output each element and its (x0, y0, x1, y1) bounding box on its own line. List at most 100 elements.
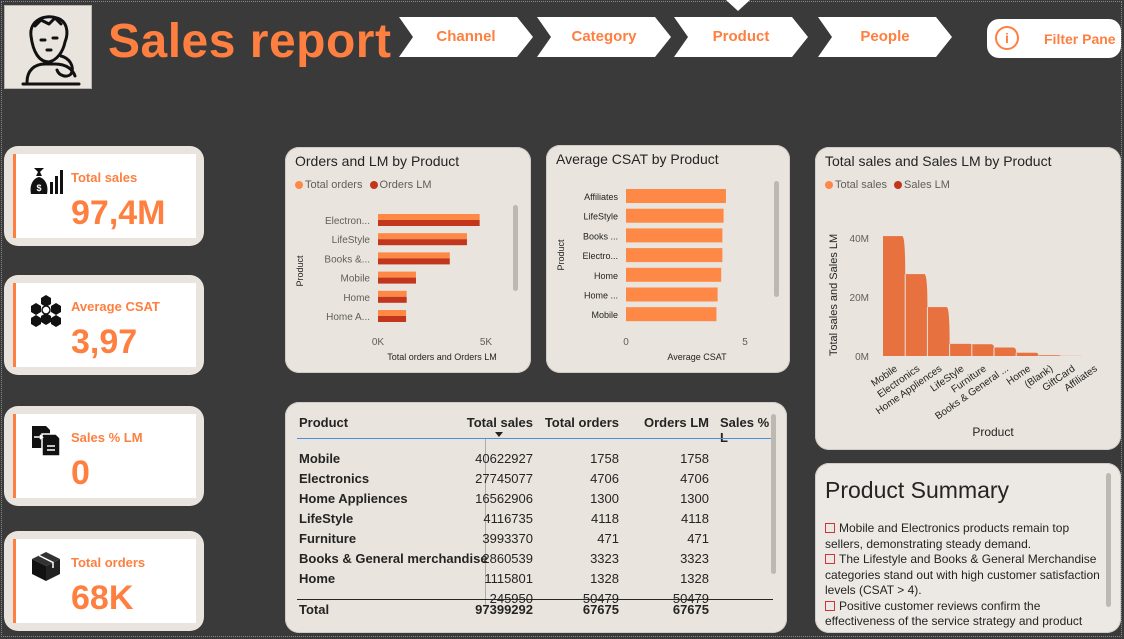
y-tick-label: LifeStyle (583, 212, 618, 222)
table-total-row: Total 97399292 67675 67675 (297, 599, 773, 619)
nav-product-button[interactable]: Product (674, 17, 808, 57)
bar-avg-csat (626, 307, 717, 322)
table-row[interactable]: Home 1115801 1328 1328 (297, 568, 773, 588)
column-header-total-orders[interactable]: Total orders (545, 415, 619, 430)
orders-lm-chart-card[interactable]: Orders and LM by Product Total orders Or… (285, 147, 531, 373)
kpi-label: Total sales (71, 170, 138, 185)
kpi-sales-pct-lm: Sales % LM 0 (4, 406, 204, 506)
y-tick-label: 20M (850, 293, 869, 304)
bar-avg-csat (626, 189, 726, 203)
column-header-orders-lm[interactable]: Orders LM (644, 415, 709, 430)
kpi-label: Average CSAT (71, 299, 160, 314)
filter-pane-label: Filter Pane (1044, 31, 1116, 47)
table-cell: 2860539 (482, 551, 533, 566)
active-page-indicator (726, 0, 750, 11)
bar-total-orders (378, 233, 467, 240)
bar-total-orders (378, 310, 407, 316)
table-cell: 3323 (680, 551, 709, 566)
bar-total-orders (378, 271, 416, 278)
nav-channel-label: Channel (436, 28, 496, 45)
table-cell: LifeStyle (299, 511, 354, 526)
table-cell: 3323 (590, 551, 619, 566)
table-cell: 1115801 (484, 571, 533, 586)
csat-bar-chart: Affiliates LifeStyle Books ... Electro... Ho… (556, 189, 748, 362)
table-header-row: Product Total sales Total orders Orders … (297, 412, 773, 445)
table-cell: Mobile (299, 451, 341, 466)
bar-avg-csat (626, 228, 723, 243)
table-scrollbar[interactable] (771, 414, 776, 574)
bar-avg-csat (626, 208, 724, 223)
column-header-total-sales[interactable]: Total sales (467, 415, 533, 430)
kpi-total-orders: Total orders 68K (4, 531, 204, 631)
table-cell: 4706 (590, 471, 619, 486)
logo (4, 5, 92, 89)
csat-chart-card[interactable]: Average CSAT by Product Affiliates LifeSt… (546, 145, 790, 373)
header-divider (297, 438, 773, 439)
x-tick-label: 5K (480, 337, 493, 348)
x-tick-label: 0K (372, 337, 385, 348)
kpi-value: 0 (71, 454, 90, 492)
sort-descending-icon[interactable] (495, 432, 503, 437)
table-cell: Electronics (299, 471, 370, 486)
money-bag-chart-icon: $ (30, 168, 63, 194)
bar-total-orders (378, 252, 450, 259)
table-cell: Furniture (299, 531, 357, 546)
thinker-icon (21, 15, 81, 86)
x-tick-label: 0 (623, 337, 629, 348)
chart-scrollbar[interactable] (513, 205, 518, 291)
x-tick-label: 5 (742, 337, 748, 348)
table-row[interactable]: Furniture 3993370 471 471 (297, 528, 773, 548)
nav-category-button[interactable]: Category (537, 17, 671, 57)
table-cell: 1328 (590, 571, 619, 586)
bar-orders-lm (378, 220, 480, 226)
bar-orders-lm (378, 296, 407, 303)
table-cell: 4116735 (483, 511, 533, 526)
nav-channel-button[interactable]: Channel (399, 17, 533, 57)
info-icon: i (995, 26, 1019, 50)
table-cell: 471 (687, 531, 709, 546)
kpi-label: Sales % LM (71, 430, 143, 445)
kpi-value: 3,97 (71, 323, 138, 361)
chart-scrollbar[interactable] (774, 181, 779, 297)
package-box-icon (32, 552, 60, 581)
bar-orders-lm (378, 316, 407, 322)
checkbox-icon (825, 554, 835, 564)
y-tick-label: Affiliates (584, 192, 618, 202)
table-row[interactable]: LifeStyle 4116735 4118 4118 (297, 508, 773, 528)
y-axis-title: Total sales and Sales LM (828, 234, 840, 356)
column-header-product[interactable]: Product (299, 415, 348, 430)
table-cell: 4118 (681, 511, 709, 526)
kpi-average-csat: Average CSAT 3,97 (4, 275, 204, 375)
table-cell: Home (299, 571, 336, 586)
table-row[interactable]: Mobile 40622927 1758 1758 (297, 448, 773, 468)
checkbox-icon (825, 600, 835, 611)
table-row[interactable]: Books & General merchandise 2860539 3323 33… (297, 548, 773, 568)
bar-avg-csat (626, 248, 723, 263)
area-sales-lm (883, 236, 1105, 356)
table-row[interactable]: Electronics 27745077 4706 4706 (297, 468, 773, 488)
y-tick-label: LifeStyle (332, 235, 371, 246)
nav-people-button[interactable]: People (818, 17, 952, 57)
table-row[interactable]: Home Appliences 16562906 1300 1300 (297, 488, 773, 508)
nav-product-label: Product (712, 28, 770, 45)
svg-text:$: $ (36, 183, 41, 193)
product-summary-card: Product Summary Mobile and Electronics p… (815, 463, 1121, 633)
y-tick-label: Electro... (582, 251, 618, 261)
filter-pane-button[interactable]: i Filter Pane (987, 19, 1121, 58)
table-cell: 1758 (680, 451, 709, 466)
y-tick-label: 0M (855, 352, 869, 363)
table-cell: 3993370 (482, 531, 533, 546)
product-table-card[interactable]: Product Total sales Total orders Orders … (285, 402, 787, 633)
nav-category-label: Category (571, 28, 637, 45)
table-cell: Books & General merchandise (299, 551, 488, 566)
network-hexagon-icon (31, 295, 61, 327)
summary-text: Mobile and Electronics products remain t… (825, 521, 1110, 630)
column-header-sales-pct-lm[interactable]: Sales % L (720, 415, 773, 445)
bar-orders-lm (378, 258, 450, 265)
table-cell: 1758 (590, 451, 619, 466)
sales-lm-chart-card[interactable]: Total sales and Sales LM by Product Tota… (815, 147, 1121, 450)
table-cell: 1328 (680, 571, 709, 586)
total-sales-value: 97399292 (475, 602, 533, 617)
x-axis-title: Average CSAT (667, 352, 727, 362)
summary-scrollbar[interactable] (1106, 473, 1111, 607)
